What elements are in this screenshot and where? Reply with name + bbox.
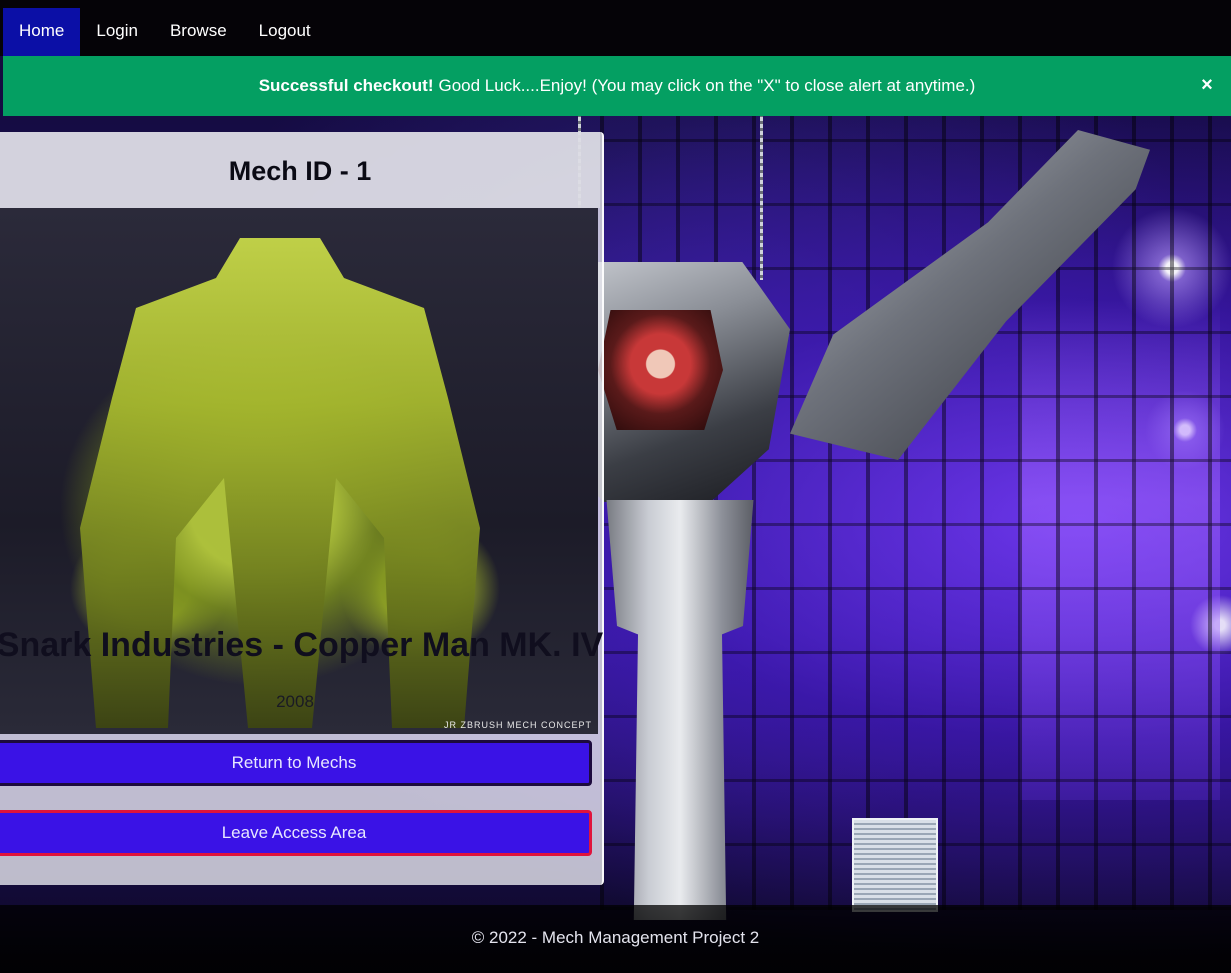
mech-year: 2008 — [276, 692, 314, 711]
nav-browse-link[interactable]: Browse — [154, 8, 243, 56]
top-navbar: Home Login Browse Logout — [0, 0, 1231, 56]
nav-logout-link[interactable]: Logout — [243, 8, 327, 56]
footer-copyright: © 2022 - Mech Management Project 2 — [471, 928, 760, 947]
cockpit-pilot — [598, 310, 723, 430]
mech-image-caption: JR ZBRUSH MECH CONCEPT — [443, 720, 592, 730]
nav-login-link[interactable]: Login — [80, 8, 154, 56]
return-to-mechs-button[interactable]: Return to Mechs — [0, 740, 592, 786]
success-alert: Successful checkout! Good Luck....Enjoy!… — [3, 56, 1231, 116]
alert-message: Good Luck....Enjoy! (You may click on th… — [438, 76, 976, 95]
leave-access-area-button[interactable]: Leave Access Area — [0, 810, 592, 856]
equipment-cabinet — [852, 818, 938, 912]
mech-card: Mech ID - 1 JR ZBRUSH MECH CONCEPT Snark… — [0, 132, 604, 885]
close-icon[interactable]: × — [1197, 70, 1217, 100]
mech-name: Snark Industries - Copper Man MK. IV — [0, 626, 604, 664]
nav-list: Home Login Browse Logout — [0, 0, 1231, 56]
nav-home-link[interactable]: Home — [3, 8, 81, 56]
mech-id-header: Mech ID - 1 — [0, 132, 600, 208]
page-footer: © 2022 - Mech Management Project 2 — [0, 905, 1231, 973]
hanging-chain — [760, 110, 763, 280]
alert-title: Successful checkout! — [258, 76, 434, 95]
